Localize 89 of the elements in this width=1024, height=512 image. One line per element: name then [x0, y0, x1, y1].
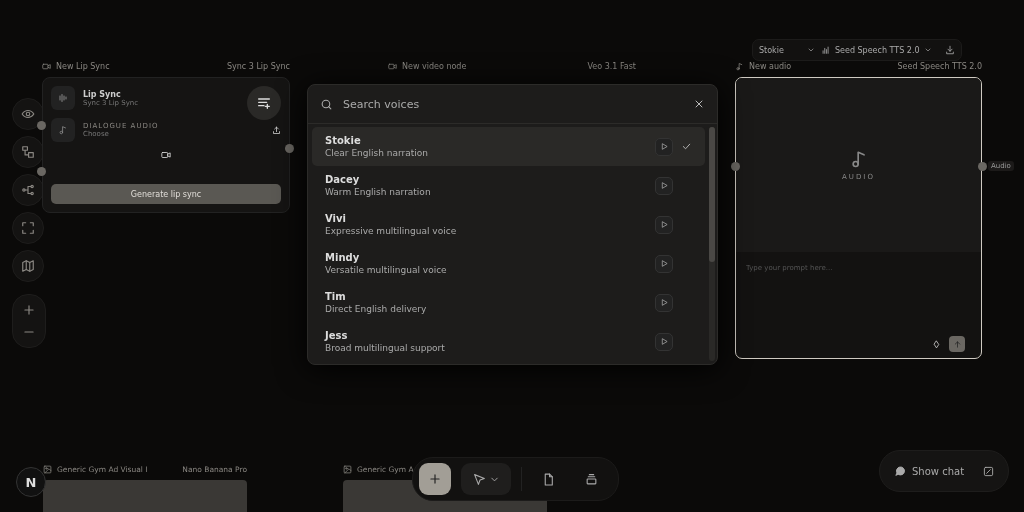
chevron-down-icon — [807, 46, 815, 54]
download-icon — [945, 45, 955, 55]
play-icon — [659, 142, 669, 151]
play-button[interactable] — [655, 254, 673, 273]
image-icon — [343, 465, 352, 474]
zoom-in-button[interactable] — [22, 303, 36, 317]
map-icon — [21, 259, 35, 273]
chevron-down-icon — [923, 46, 932, 54]
show-chat-button[interactable]: Show chat — [879, 450, 1009, 492]
view-button[interactable] — [12, 98, 44, 130]
play-icon — [659, 259, 669, 268]
search-field[interactable]: Search voices — [341, 96, 685, 112]
play-button[interactable] — [655, 332, 673, 351]
voice-item[interactable]: Vivi Expressive multilingual voice — [312, 205, 705, 244]
voice-name: Tim — [325, 291, 347, 302]
generate-button[interactable]: Generate lip sync — [51, 184, 281, 204]
send-button[interactable] — [949, 336, 965, 352]
voice-name: Stokie — [325, 135, 362, 146]
voice-item[interactable]: Tim Direct English delivery — [312, 283, 705, 322]
port-dot[interactable] — [37, 121, 46, 130]
logo[interactable]: N — [16, 467, 46, 497]
voice-item[interactable]: Stokie Clear English narration — [312, 127, 705, 166]
port-dot[interactable] — [37, 167, 46, 176]
expand-icon — [21, 221, 35, 235]
node-name: Lip Sync — [83, 89, 121, 99]
scrollbar[interactable] — [709, 127, 715, 361]
music-note-icon — [58, 125, 68, 135]
image-icon — [43, 465, 52, 474]
fit-view-button[interactable] — [12, 212, 44, 244]
layout-button[interactable] — [12, 136, 44, 168]
arrow-up-icon — [952, 339, 962, 349]
voice-name: Jess — [325, 330, 349, 341]
voice-description: Clear English narration — [325, 148, 429, 158]
voice-description: Direct English delivery — [325, 304, 428, 314]
camera-icon — [161, 150, 171, 160]
node-model: Seed Speech TTS 2.0 — [897, 62, 982, 71]
play-icon — [659, 337, 669, 346]
plus-icon — [428, 472, 442, 486]
stack-icon — [585, 472, 598, 486]
node-model: Sync 3 Lip Sync — [226, 62, 290, 71]
model-dropdown[interactable]: Seed Speech TTS 2.0 — [821, 45, 932, 55]
diamond-icon — [932, 339, 941, 349]
search-icon — [320, 97, 333, 111]
camera-icon — [42, 62, 51, 71]
layers-icon — [21, 145, 35, 159]
port-dot[interactable] — [731, 162, 740, 171]
port-dot[interactable] — [978, 162, 987, 171]
node-model: Veo 3.1 Fast — [587, 62, 636, 71]
voice-item[interactable]: Dacey Warm English narration — [312, 166, 705, 205]
play-icon — [659, 181, 669, 190]
plus-icon — [22, 303, 36, 317]
music-note-icon — [735, 62, 744, 71]
voice-item[interactable]: Mindy Versatile multilingual voice — [312, 244, 705, 283]
checkmark-icon — [680, 141, 692, 152]
camera-icon — [388, 62, 397, 71]
voice-item[interactable]: Jess Broad multilingual support — [312, 322, 705, 361]
voice-description: Broad multilingual support — [325, 343, 446, 353]
voice-name: Vivi — [325, 213, 347, 224]
nodes-icon — [21, 183, 35, 197]
upload-icon — [272, 125, 281, 135]
node-title: New Lip Sync — [56, 62, 110, 71]
voice-description: Versatile multilingual voice — [325, 265, 448, 275]
node-title: New audio — [749, 62, 792, 71]
play-button[interactable] — [655, 215, 673, 234]
close-icon — [693, 98, 705, 110]
chat-bubble-icon — [894, 465, 906, 477]
voice-name: Dacey — [325, 174, 361, 185]
select-tool-button[interactable] — [461, 463, 511, 495]
list-add-icon — [256, 95, 272, 111]
close-button[interactable] — [693, 98, 705, 110]
document-icon — [542, 472, 555, 486]
minimap-button[interactable] — [12, 250, 44, 282]
port-dot[interactable] — [285, 144, 294, 153]
voice-description: Warm English narration — [325, 187, 432, 197]
play-icon — [659, 298, 669, 307]
play-button[interactable] — [655, 293, 673, 312]
eye-icon — [21, 107, 35, 121]
voice-name: Mindy — [325, 252, 361, 263]
edit-icon — [983, 465, 994, 477]
voice-dropdown[interactable]: Stokie — [759, 45, 815, 55]
add-button[interactable] — [419, 463, 451, 495]
workflow-button[interactable] — [12, 174, 44, 206]
node-title: New video node — [402, 62, 467, 71]
play-button[interactable] — [655, 137, 673, 156]
voice-description: Expressive multilingual voice — [325, 226, 458, 236]
play-icon — [659, 220, 669, 229]
cursor-icon — [472, 472, 486, 486]
play-button[interactable] — [655, 176, 673, 195]
bars-icon — [821, 45, 831, 55]
